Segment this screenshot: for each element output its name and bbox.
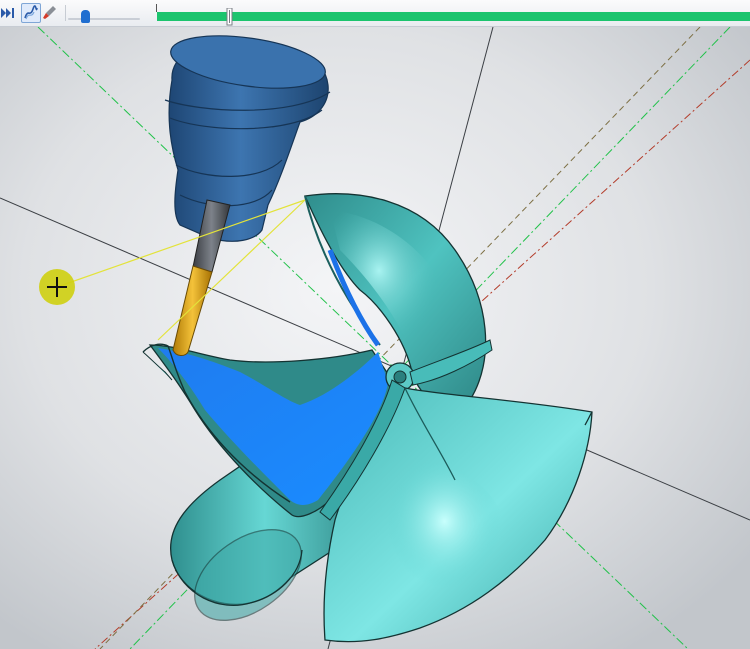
toolbar-separator [65,5,66,21]
play-to-end-icon [1,8,14,18]
progress-marker[interactable] [224,7,235,26]
simulation-progress-fill [157,12,750,21]
crosshair-cursor-icon [39,269,75,305]
tool-display-button[interactable] [41,3,61,23]
speed-slider[interactable] [68,18,140,20]
simulation-toolbar [0,0,750,27]
hub-center-hole [393,370,407,384]
speed-slider-thumb[interactable] [81,10,90,23]
play-to-end-button[interactable] [0,3,16,23]
toolpath-display-button[interactable] [21,3,41,23]
progress-start-tick [156,4,157,12]
3d-viewport[interactable] [0,27,750,649]
tool-display-icon [43,6,56,19]
marker-handle-icon [226,7,233,26]
simulation-progress-bar[interactable] [157,12,750,21]
toolpath-display-icon [24,5,38,20]
